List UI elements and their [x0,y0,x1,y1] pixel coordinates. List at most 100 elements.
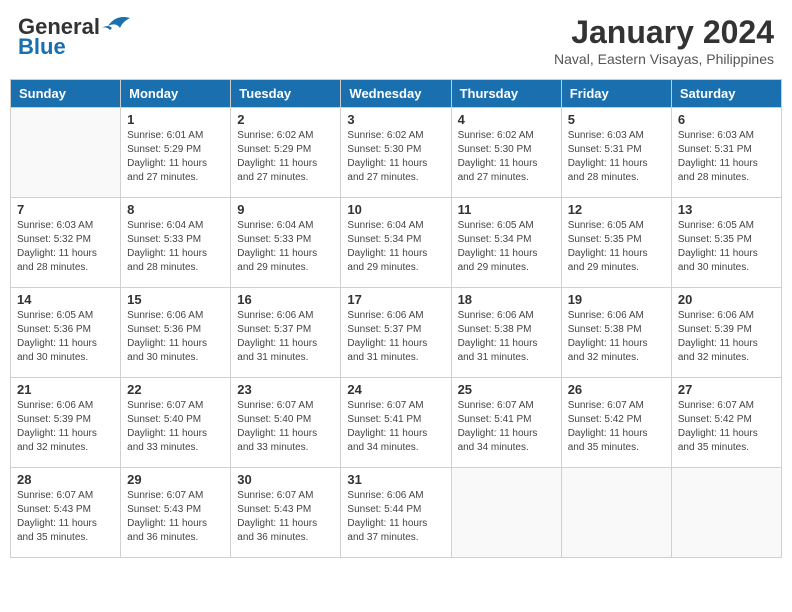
sunrise-text: Sunrise: 6:07 AM [237,490,313,501]
daylight-text: Daylight: 11 hours [127,518,207,529]
day-number: 16 [237,292,334,307]
daylight-cont: and 36 minutes. [237,532,308,543]
daylight-cont: and 33 minutes. [237,442,308,453]
calendar-table: SundayMondayTuesdayWednesdayThursdayFrid… [10,79,782,558]
sunrise-text: Sunrise: 6:05 AM [678,220,754,231]
sunset-text: Sunset: 5:40 PM [127,414,201,425]
daylight-text: Daylight: 11 hours [678,158,758,169]
sunset-text: Sunset: 5:33 PM [237,234,311,245]
sunrise-text: Sunrise: 6:02 AM [347,130,423,141]
calendar-cell: 27Sunrise: 6:07 AMSunset: 5:42 PMDayligh… [671,378,781,468]
sunset-text: Sunset: 5:39 PM [17,414,91,425]
day-number: 13 [678,202,775,217]
daylight-text: Daylight: 11 hours [17,428,97,439]
day-number: 10 [347,202,444,217]
calendar-cell [451,468,561,558]
calendar-cell: 11Sunrise: 6:05 AMSunset: 5:34 PMDayligh… [451,198,561,288]
day-info: Sunrise: 6:06 AMSunset: 5:37 PMDaylight:… [237,309,334,365]
daylight-text: Daylight: 11 hours [678,428,758,439]
weekday-header-friday: Friday [561,80,671,108]
day-number: 20 [678,292,775,307]
day-number: 18 [458,292,555,307]
sunrise-text: Sunrise: 6:04 AM [237,220,313,231]
day-number: 7 [17,202,114,217]
calendar-cell: 14Sunrise: 6:05 AMSunset: 5:36 PMDayligh… [11,288,121,378]
calendar-cell: 7Sunrise: 6:03 AMSunset: 5:32 PMDaylight… [11,198,121,288]
day-info: Sunrise: 6:07 AM Sunset: 5:40 PM Daylight:… [127,399,224,455]
sunset-text: Sunset: 5:29 PM [127,144,201,155]
day-info: Sunrise: 6:07 AMSunset: 5:42 PMDaylight:… [678,399,775,455]
day-number: 2 [237,112,334,127]
sunset-text: Sunset: 5:41 PM [458,414,532,425]
sunrise-text: Sunrise: 6:07 AM [127,400,203,411]
weekday-header-wednesday: Wednesday [341,80,451,108]
day-info: Sunrise: 6:04 AM Sunset: 5:33 PM Daylight:… [237,219,334,275]
daylight-text: Daylight: 11 hours [568,428,648,439]
logo: General Blue [18,14,130,58]
daylight-cont: and 31 minutes. [458,352,529,363]
day-info: Sunrise: 6:06 AMSunset: 5:38 PMDaylight:… [568,309,665,365]
sunrise-text: Sunrise: 6:03 AM [678,130,754,141]
day-number: 31 [347,472,444,487]
day-number: 19 [568,292,665,307]
logo-bird-icon [102,14,130,36]
weekday-header-sunday: Sunday [11,80,121,108]
daylight-text: Daylight: 11 hours [237,518,317,529]
day-info: Sunrise: 6:07 AMSunset: 5:43 PMDaylight:… [127,489,224,545]
day-info: Sunrise: 6:07 AMSunset: 5:42 PMDaylight:… [568,399,665,455]
day-info: Sunrise: 6:04 AMSunset: 5:33 PMDaylight:… [127,219,224,275]
calendar-cell: 21Sunrise: 6:06 AMSunset: 5:39 PMDayligh… [11,378,121,468]
daylight-text: Daylight: 11 hours [458,158,538,169]
calendar-cell [561,468,671,558]
daylight-cont: and 30 minutes. [678,262,749,273]
sunset-text: Sunset: 5:35 PM [678,234,752,245]
sunrise-text: Sunrise: 6:04 AM [347,220,423,231]
daylight-text: Daylight: 11 hours [237,428,317,439]
calendar-cell: 9Sunrise: 6:04 AMSunset: 5:33 PMDaylight… [231,198,341,288]
daylight-cont: and 29 minutes. [458,262,529,273]
calendar-week-row: 1Sunrise: 6:01 AMSunset: 5:29 PMDaylight… [11,108,782,198]
sunset-text: Sunset: 5:43 PM [237,504,311,515]
calendar-cell: 2 Sunrise: 6:02 AMSunset: 5:29 PMDaylight… [231,108,341,198]
sunrise-text: Sunrise: 6:06 AM [347,310,423,321]
sunset-text: Sunset: 5:36 PM [17,324,91,335]
sunrise-text: Sunrise: 6:07 AM [347,400,423,411]
daylight-cont: and 35 minutes. [568,442,639,453]
sunset-text: Sunset: 5:39 PM [678,324,752,335]
day-number: 11 [458,202,555,217]
sunrise-text: Sunrise: 6:06 AM [347,490,423,501]
day-number: 24 [347,382,444,397]
daylight-text: Daylight: 11 hours [568,248,648,259]
daylight-cont: and 28 minutes. [678,172,749,183]
day-info: Sunrise: 6:07 AMSunset: 5:41 PMDaylight:… [347,399,444,455]
calendar-cell: 28Sunrise: 6:07 AMSunset: 5:43 PMDayligh… [11,468,121,558]
sunset-text: Sunset: 5:43 PM [17,504,91,515]
calendar-cell [671,468,781,558]
daylight-text: Daylight: 11 hours [127,428,207,439]
sunset-text: Sunset: 5:37 PM [347,324,421,335]
sunset-text: Sunset: 5:34 PM [347,234,421,245]
daylight-text: Daylight: 11 hours [237,338,317,349]
day-info: Sunrise: 6:02 AMSunset: 5:29 PMDaylight:… [237,129,334,185]
day-number: 8 [127,202,224,217]
sunset-text: Sunset: 5:40 PM [237,414,311,425]
sunset-text: Sunset: 5:30 PM [347,144,421,155]
daylight-text: Daylight: 11 hours [678,338,758,349]
calendar-cell: 23Sunrise: 6:07 AMSunset: 5:40 PMDayligh… [231,378,341,468]
calendar-cell: 20Sunrise: 6:06 AMSunset: 5:39 PMDayligh… [671,288,781,378]
daylight-cont: and 32 minutes. [17,442,88,453]
day-info: Sunrise: 6:02 AMSunset: 5:30 PMDaylight:… [347,129,444,185]
day-number: 22 [127,382,224,397]
daylight-text: Daylight: 11 hours [237,248,317,259]
day-info: Sunrise: 6:07 AMSunset: 5:40 PMDaylight:… [237,399,334,455]
day-info: Sunrise: 6:01 AMSunset: 5:29 PMDaylight:… [127,129,224,185]
logo-blue: Blue [18,34,66,59]
sunset-text: Sunset: 5:43 PM [127,504,201,515]
calendar-cell: 3Sunrise: 6:02 AMSunset: 5:30 PMDaylight… [341,108,451,198]
daylight-text: Daylight: 11 hours [458,338,538,349]
calendar-cell: 25Sunrise: 6:07 AMSunset: 5:41 PMDayligh… [451,378,561,468]
weekday-header-monday: Monday [121,80,231,108]
weekday-header-saturday: Saturday [671,80,781,108]
calendar-cell: 24 Sunrise: 6:07 AMSunset: 5:41 PMDayligh… [341,378,451,468]
day-number: 30 [237,472,334,487]
